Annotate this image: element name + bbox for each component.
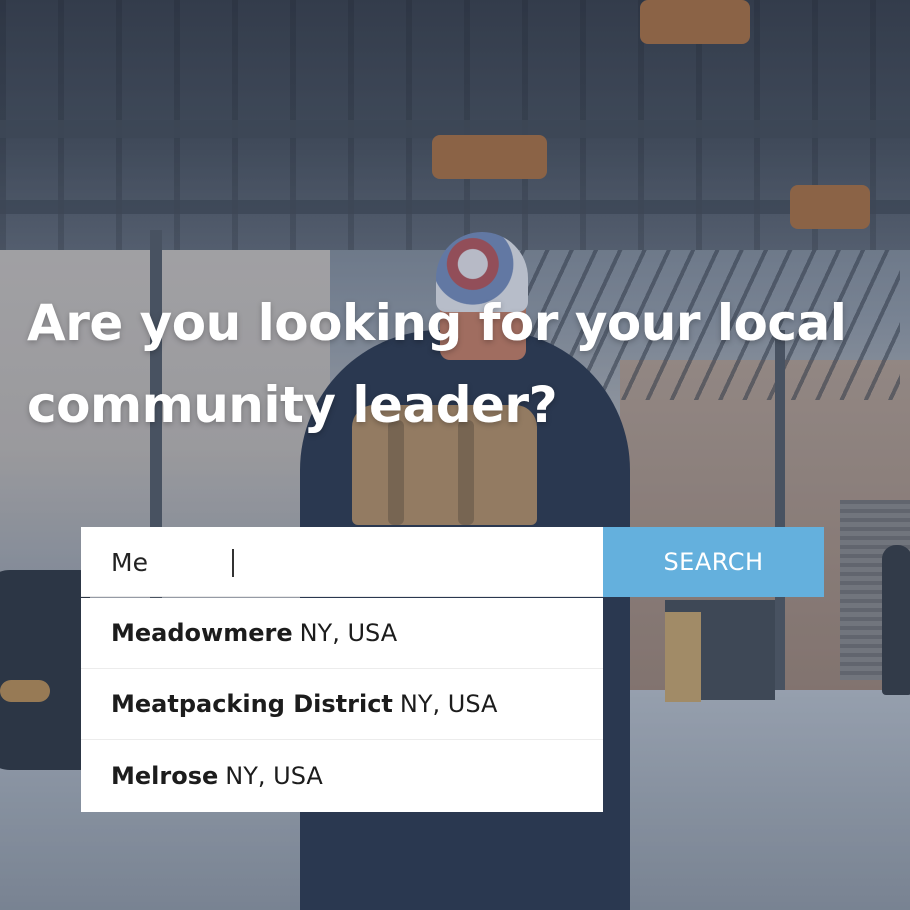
suggestion-region: NY, USA — [225, 762, 323, 790]
search-input[interactable] — [81, 527, 603, 597]
suggestion-region: NY, USA — [399, 690, 498, 718]
hero-section: Are you looking for your local community… — [0, 0, 910, 910]
text-caret — [232, 549, 234, 577]
search-input-wrapper — [81, 527, 603, 597]
autocomplete-dropdown: Meadowmere NY, USA Meatpacking District … — [81, 598, 603, 812]
suggestion-meadowmere[interactable]: Meadowmere NY, USA — [81, 598, 603, 669]
search-form: SEARCH — [81, 527, 824, 597]
search-button[interactable]: SEARCH — [603, 527, 824, 597]
suggestion-meatpacking-district[interactable]: Meatpacking District NY, USA — [81, 669, 603, 740]
hero-headline: Are you looking for your local community… — [27, 282, 907, 446]
hero-headline-line-1: Are you looking for your local — [27, 294, 847, 352]
hero-headline-line-2: community leader? — [27, 376, 558, 434]
suggestion-region: NY, USA — [299, 619, 398, 647]
suggestion-name: Meatpacking District — [111, 690, 393, 718]
suggestion-melrose[interactable]: Melrose NY, USA — [81, 740, 603, 812]
suggestion-name: Meadowmere — [111, 619, 293, 647]
suggestion-name: Melrose — [111, 762, 219, 790]
